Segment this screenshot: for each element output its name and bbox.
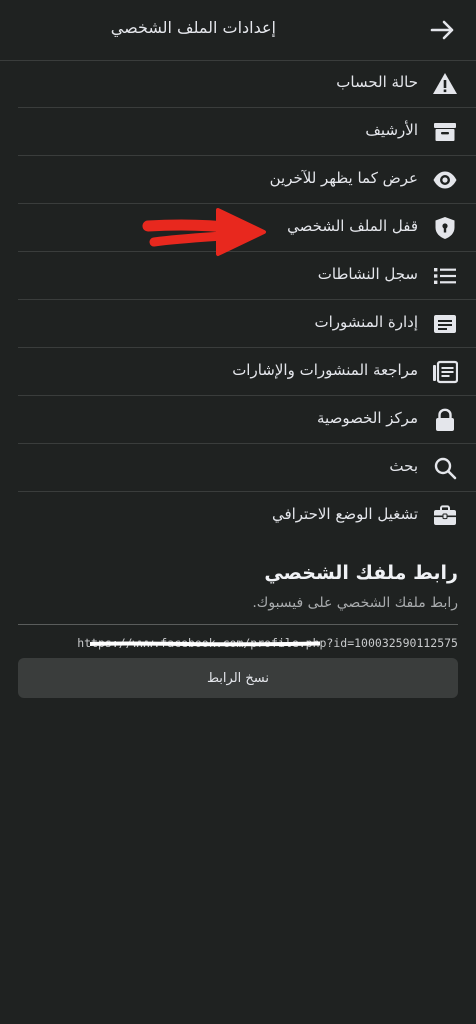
menu-item-label: قفل الملف الشخصي	[287, 217, 418, 235]
list-icon	[434, 268, 456, 284]
menu-item-search[interactable]: بحث	[18, 444, 476, 492]
menu-item-label: حالة الحساب	[336, 73, 418, 91]
header: إعدادات الملف الشخصي	[0, 0, 476, 61]
menu-item-label: إدارة المنشورات	[314, 313, 418, 331]
menu-item-archive[interactable]: الأرشيف	[18, 108, 476, 156]
settings-menu: حالة الحساب الأرشيف عرض كما يظهر للآخرين…	[0, 60, 476, 539]
menu-item-review-posts[interactable]: مراجعة المنشورات والإشارات	[18, 348, 476, 396]
copy-link-button[interactable]: نسخ الرابط	[18, 658, 458, 698]
search-icon	[434, 457, 457, 480]
menu-item-label: تشغيل الوضع الاحترافي	[271, 505, 418, 523]
lock-icon	[436, 408, 454, 431]
menu-item-professional-mode[interactable]: تشغيل الوضع الاحترافي	[18, 492, 476, 539]
menu-item-view-as[interactable]: عرض كما يظهر للآخرين	[18, 156, 476, 204]
menu-item-manage-posts[interactable]: إدارة المنشورات	[18, 300, 476, 348]
shield-lock-icon	[435, 217, 455, 239]
back-arrow-icon[interactable]	[426, 14, 458, 46]
menu-item-label: الأرشيف	[365, 121, 418, 139]
menu-item-label: مراجعة المنشورات والإشارات	[232, 361, 418, 379]
menu-item-label: بحث	[389, 457, 418, 475]
section-divider	[18, 624, 458, 625]
menu-item-label: عرض كما يظهر للآخرين	[269, 169, 418, 187]
archive-icon	[434, 123, 456, 141]
profile-link-title: رابط ملفك الشخصي	[264, 562, 458, 584]
profile-link-subtitle: رابط ملفك الشخصي على فيسبوك.	[252, 595, 458, 611]
scribble-redaction	[90, 641, 320, 647]
page-title: إعدادات الملف الشخصي	[110, 18, 276, 37]
posts-icon	[434, 315, 456, 333]
briefcase-icon	[434, 505, 456, 525]
menu-item-account-status[interactable]: حالة الحساب	[18, 60, 476, 108]
warning-icon	[433, 73, 457, 94]
menu-item-privacy-center[interactable]: مركز الخصوصية	[18, 396, 476, 444]
annotation-arrow-icon	[142, 208, 266, 256]
menu-item-label: سجل النشاطات	[317, 265, 418, 283]
eye-icon	[433, 171, 457, 189]
review-posts-icon	[433, 360, 458, 384]
menu-item-label: مركز الخصوصية	[317, 409, 418, 427]
